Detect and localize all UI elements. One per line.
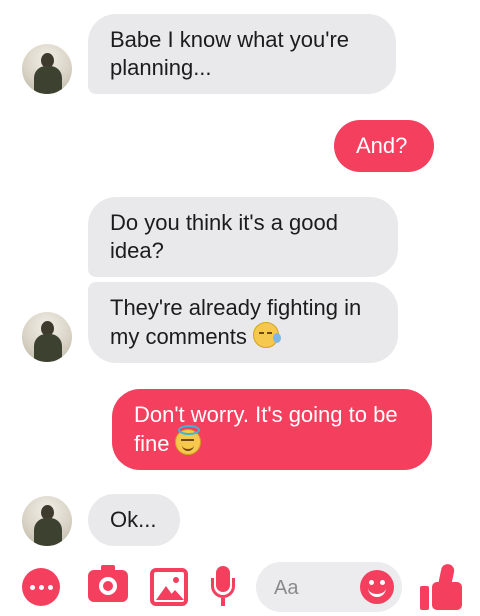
incoming-message[interactable]: Babe I know what you're planning... [88,14,396,94]
outgoing-message[interactable]: And? [334,120,434,172]
message-text: Ok... [110,507,157,532]
contact-avatar[interactable] [22,44,72,94]
contact-avatar[interactable] [22,496,72,546]
smiling-face-with-halo-icon [175,425,202,455]
outgoing-message[interactable]: Don't worry. It's going to be fine [112,389,432,470]
camera-icon[interactable] [88,565,128,602]
contact-avatar[interactable] [22,312,72,362]
sleepy-face-icon [252,322,281,348]
message-text: They're already fighting in my comments [110,295,362,349]
emoji-icon[interactable] [360,570,394,604]
message-text: Babe I know what you're planning... [110,27,350,80]
microphone-icon[interactable] [210,566,236,610]
thumbs-up-icon[interactable] [420,562,466,612]
message-text: Do you think it's a good idea? [110,210,339,263]
message-text: And? [356,133,408,158]
incoming-message[interactable]: Do you think it's a good idea? [88,197,398,277]
incoming-message[interactable]: They're already fighting in my comments [88,282,398,363]
message-composer [0,560,480,616]
message-input-field [256,562,402,614]
incoming-message[interactable]: Ok... [88,494,180,546]
gallery-icon[interactable] [150,568,188,606]
more-icon[interactable] [22,568,60,606]
message-input[interactable] [272,562,366,614]
message-text: Don't worry. It's going to be fine [134,402,398,456]
